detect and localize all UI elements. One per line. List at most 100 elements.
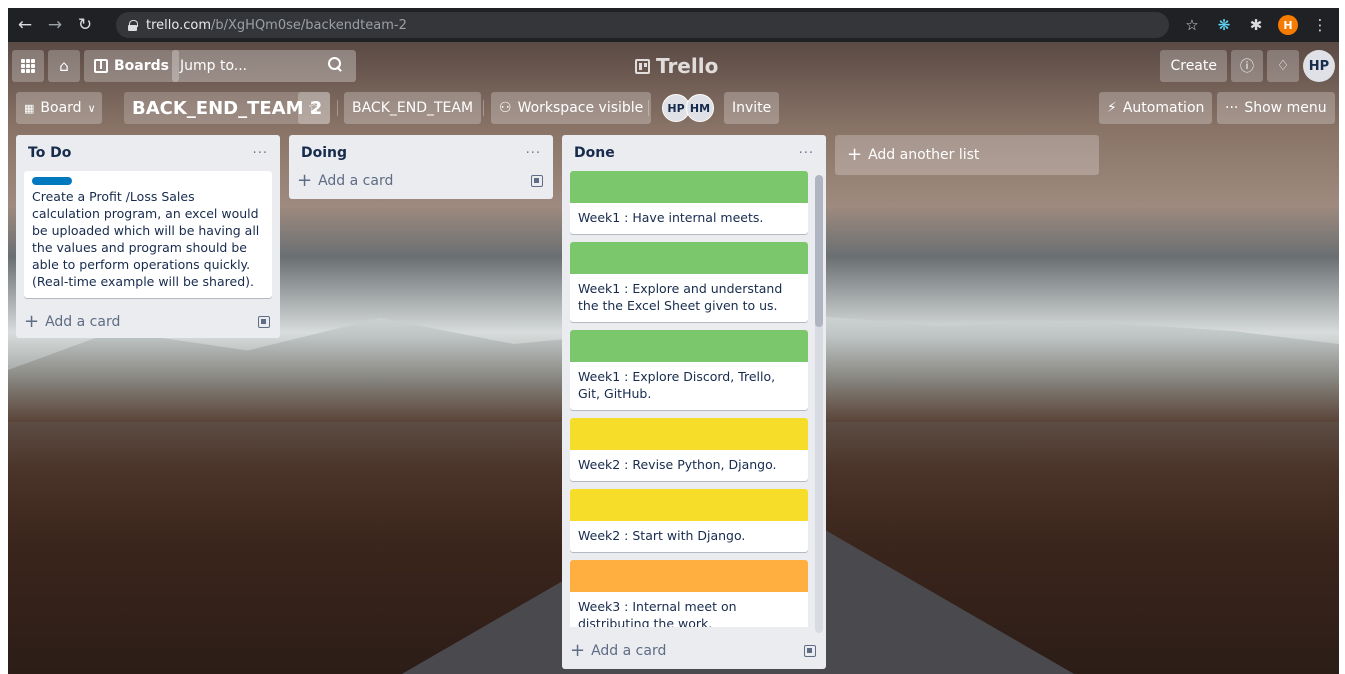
workspace-button[interactable]: BACK_END_TEAM — [344, 92, 482, 124]
home-icon: ⌂ — [59, 57, 69, 75]
plus-icon: + — [570, 640, 586, 661]
invite-label: Invite — [732, 100, 772, 116]
card-title: Week2 : Start with Django. — [578, 528, 746, 543]
card-label[interactable] — [32, 177, 72, 185]
board-view-switcher[interactable]: ▦ Board ∨ — [16, 92, 102, 124]
card-cover — [570, 330, 808, 362]
list-menu-icon[interactable]: ··· — [799, 146, 814, 161]
card-template-icon[interactable] — [258, 316, 270, 328]
list-done: Done ··· Week1 : Have internal meets. We… — [562, 135, 826, 669]
card-title: Week1 : Explore and understand the the E… — [578, 281, 783, 313]
url-host: trello.com — [146, 17, 211, 33]
trello-logo[interactable]: Trello — [635, 54, 718, 78]
card[interactable]: Week1 : Have internal meets. — [570, 171, 808, 234]
add-list-button[interactable]: + Add another list — [835, 135, 1099, 175]
back-icon[interactable]: ← — [12, 12, 38, 38]
card-cover — [570, 560, 808, 592]
automation-button[interactable]: ⚡ Automation — [1099, 92, 1213, 124]
divider — [483, 100, 484, 116]
info-icon: ⓘ — [1240, 59, 1254, 75]
list-scrollbar-thumb[interactable] — [815, 175, 823, 327]
url-path: /b/XgHQm0se/backendteam-2 — [211, 17, 407, 33]
board-header: ▦ Board ∨ BACK_END_TEAM 2 ☆ BACK_END_TEA… — [16, 92, 1335, 124]
create-label: Create — [1170, 58, 1217, 74]
list-title[interactable]: Done — [574, 145, 615, 161]
show-menu-label: Show menu — [1244, 100, 1327, 116]
lightning-icon: ⚡ — [1107, 100, 1117, 116]
card-title: Week3 : Internal meet on distributing th… — [578, 599, 737, 627]
divider — [337, 100, 338, 116]
add-list-label: Add another list — [868, 147, 980, 163]
star-icon: ☆ — [307, 100, 321, 116]
card[interactable]: Week2 : Revise Python, Django. — [570, 418, 808, 481]
home-button[interactable]: ⌂ — [48, 50, 80, 82]
forward-icon[interactable]: → — [42, 12, 68, 38]
card-title: Create a Profit /Loss Sales calculation … — [32, 189, 260, 289]
workspace-name: BACK_END_TEAM — [352, 100, 474, 116]
divider — [648, 100, 649, 116]
add-card-label: Add a card — [318, 173, 394, 189]
board-view-icon: ▦ — [24, 101, 35, 115]
card[interactable]: Week1 : Explore Discord, Trello, Git, Gi… — [570, 330, 808, 410]
boards-icon — [94, 59, 108, 73]
card-list[interactable]: Week1 : Have internal meets. Week1 : Exp… — [562, 171, 816, 627]
search-input[interactable]: Jump to... — [172, 50, 356, 82]
browser-toolbar: ← → ↻ trello.com/b/XgHQm0se/backendteam-… — [8, 8, 1339, 42]
card-title: Week1 : Explore Discord, Trello, Git, Gi… — [578, 369, 776, 401]
chevron-down-icon: ∨ — [87, 101, 96, 115]
card-cover — [570, 171, 808, 203]
member-avatar[interactable]: HM — [686, 94, 714, 122]
card-template-icon[interactable] — [531, 175, 543, 187]
lock-icon — [128, 19, 138, 31]
card-cover — [570, 489, 808, 521]
card[interactable]: Week1 : Explore and understand the the E… — [570, 242, 808, 322]
board-view-label: Board — [40, 100, 82, 116]
list-doing: Doing ··· + Add a card — [289, 135, 553, 199]
card-template-icon[interactable] — [804, 645, 816, 657]
info-button[interactable]: ⓘ — [1231, 50, 1263, 82]
browser-menu-icon[interactable]: ⋮ — [1307, 12, 1333, 38]
automation-label: Automation — [1122, 100, 1205, 116]
add-card-label: Add a card — [591, 643, 667, 659]
search-icon — [328, 57, 342, 71]
address-bar[interactable]: trello.com/b/XgHQm0se/backendteam-2 — [116, 12, 1169, 38]
boards-button[interactable]: Boards — [84, 50, 179, 82]
list-menu-icon[interactable]: ··· — [253, 146, 268, 161]
create-button[interactable]: Create — [1160, 50, 1227, 82]
bell-icon: ♢ — [1276, 58, 1290, 74]
add-card-button[interactable]: + Add a card — [16, 306, 280, 338]
card-title: Week1 : Have internal meets. — [578, 210, 764, 225]
card[interactable]: Create a Profit /Loss Sales calculation … — [24, 171, 272, 298]
boards-label: Boards — [114, 58, 169, 74]
card-cover — [570, 418, 808, 450]
trello-logo-text: Trello — [656, 54, 719, 78]
profile-button[interactable]: H — [1275, 12, 1301, 38]
star-board-button[interactable]: ☆ — [298, 92, 330, 124]
reload-icon[interactable]: ↻ — [72, 12, 98, 38]
list-title[interactable]: Doing — [301, 145, 347, 161]
plus-icon: + — [847, 144, 863, 165]
card[interactable]: Week3 : Internal meet on distributing th… — [570, 560, 808, 627]
card[interactable]: Week2 : Start with Django. — [570, 489, 808, 552]
add-card-button[interactable]: + Add a card — [289, 165, 553, 197]
invite-button[interactable]: Invite — [724, 92, 780, 124]
add-card-button[interactable]: + Add a card — [562, 635, 826, 667]
apps-switcher-button[interactable] — [12, 50, 44, 82]
visibility-button[interactable]: ⚇ Workspace visible — [491, 92, 652, 124]
extensions-puzzle-icon[interactable]: ✱ — [1243, 12, 1269, 38]
profile-avatar: H — [1278, 15, 1298, 35]
bookmark-star-icon[interactable]: ☆ — [1179, 12, 1205, 38]
list-todo: To Do ··· Create a Profit /Loss Sales ca… — [16, 135, 280, 338]
list-title[interactable]: To Do — [28, 145, 71, 161]
more-icon: ··· — [1225, 100, 1239, 116]
notifications-button[interactable]: ♢ — [1267, 50, 1299, 82]
card-title: Week2 : Revise Python, Django. — [578, 457, 777, 472]
trello-logo-icon — [635, 58, 650, 74]
list-menu-icon[interactable]: ··· — [526, 146, 541, 161]
show-menu-button[interactable]: ··· Show menu — [1217, 92, 1335, 124]
people-icon: ⚇ — [499, 100, 512, 116]
user-avatar[interactable]: HP — [1303, 50, 1335, 82]
react-devtools-icon[interactable]: ❋ — [1211, 12, 1237, 38]
card-cover — [570, 242, 808, 274]
plus-icon: + — [297, 170, 313, 191]
